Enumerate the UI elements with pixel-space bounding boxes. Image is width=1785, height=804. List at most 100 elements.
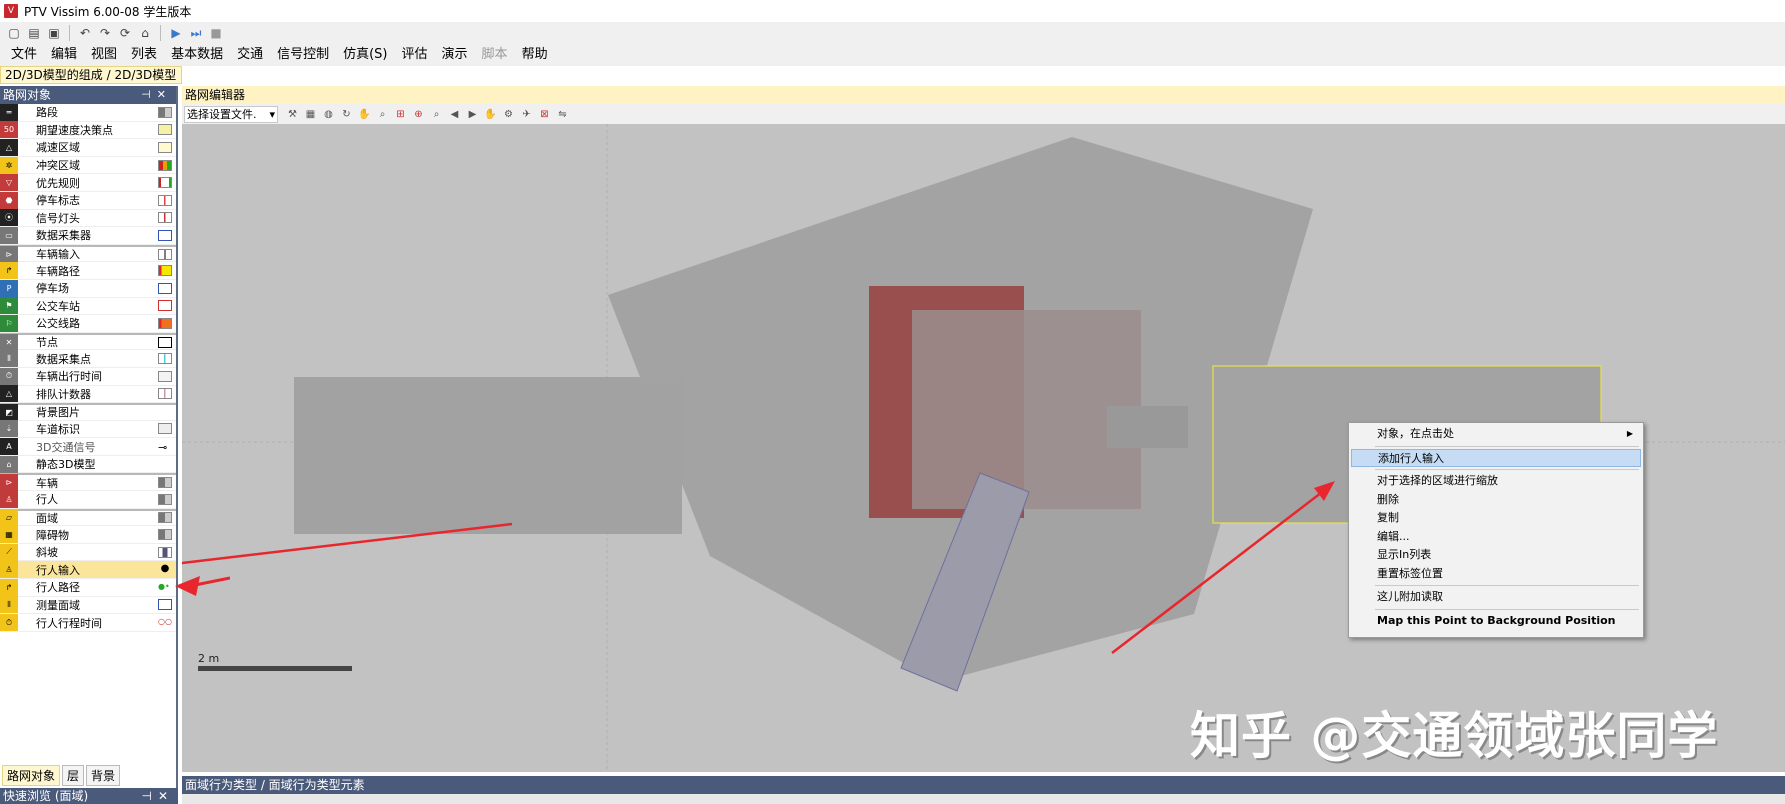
delete-all-icon[interactable]: ⊠: [537, 107, 552, 122]
obj-priority-rules[interactable]: ▽ 优先规则: [0, 174, 176, 192]
obj-static-3d-models[interactable]: ⌂ 静态3D模型: [0, 455, 176, 474]
style-swatch[interactable]: [158, 493, 172, 505]
stop-icon[interactable]: ■: [208, 25, 224, 41]
cm-object-at-click[interactable]: 对象，在点击处 ▶: [1351, 425, 1641, 444]
style-swatch[interactable]: [158, 529, 172, 541]
new-icon[interactable]: ▢: [6, 25, 22, 41]
obj-links[interactable]: ═ 路段: [0, 103, 176, 122]
zoom-icon[interactable]: ⌕: [429, 107, 444, 122]
obj-bus-stops[interactable]: ⚑ 公交车站: [0, 297, 176, 316]
obj-nodes[interactable]: ✕ 节点: [0, 332, 176, 351]
obj-pedestrian-routes[interactable]: ↱ 行人路径 ●•: [0, 578, 176, 597]
refresh-icon[interactable]: ⟳: [117, 25, 133, 41]
obj-areas[interactable]: ▱ 面域: [0, 508, 176, 527]
menu-scripts[interactable]: 脚本: [475, 44, 515, 66]
cm-add-pedestrian-input[interactable]: 添加行人输入: [1351, 448, 1641, 467]
undo-icon[interactable]: ↶: [77, 25, 93, 41]
redo-icon[interactable]: ↷: [97, 25, 113, 41]
obj-ramps[interactable]: ⟋ 斜坡: [0, 543, 176, 562]
tool-icon[interactable]: ⚙: [501, 107, 516, 122]
pedestrian-area[interactable]: [294, 377, 682, 534]
style-swatch[interactable]: [158, 336, 172, 348]
obj-measurement-areas[interactable]: ⦀ 测量面域: [0, 596, 176, 615]
pin-icon[interactable]: ⊣: [141, 789, 157, 803]
menu-traffic[interactable]: 交通: [230, 44, 270, 66]
obj-vehicle-travel-times[interactable]: ⏱ 车辆出行时间: [0, 367, 176, 386]
network-canvas[interactable]: 2 m 对象，在点击处 ▶ 添加行人输入 对于选择的区域进行缩放 删除 复制 编辑…: [182, 124, 1785, 772]
style-swatch[interactable]: [158, 282, 172, 294]
style-swatch[interactable]: [158, 229, 172, 241]
style-swatch[interactable]: [158, 124, 172, 136]
style-swatch[interactable]: [158, 370, 172, 382]
style-swatch[interactable]: [158, 317, 172, 329]
obj-conflict-areas[interactable]: ✲ 冲突区域: [0, 156, 176, 175]
menu-base-data[interactable]: 基本数据: [164, 44, 230, 66]
cm-show-in-list[interactable]: 显示In列表: [1351, 546, 1641, 565]
pan-icon[interactable]: ✋: [483, 107, 498, 122]
style-swatch[interactable]: [158, 177, 172, 189]
menu-file[interactable]: 文件: [4, 44, 44, 66]
menu-edit[interactable]: 编辑: [44, 44, 84, 66]
cm-delete[interactable]: 删除: [1351, 491, 1641, 510]
obj-road-markings[interactable]: ⇣ 车道标识: [0, 420, 176, 439]
hand-icon[interactable]: ✋: [357, 107, 372, 122]
zoom-extent-icon[interactable]: ⊞: [393, 107, 408, 122]
cm-reset-label-position[interactable]: 重置标签位置: [1351, 565, 1641, 584]
pedestrian-area[interactable]: [1107, 406, 1188, 448]
style-swatch[interactable]: [158, 194, 172, 206]
pedestrian-area[interactable]: [912, 310, 1141, 509]
obj-pedestrian-travel-times[interactable]: ⏱ 行人行程时间 ○○: [0, 614, 176, 632]
obj-3d-signals[interactable]: A 3D交通信号 ⊸: [0, 438, 176, 456]
obj-stop-signs[interactable]: ⬣ 停车标志: [0, 191, 176, 210]
save-icon[interactable]: ▣: [46, 25, 62, 41]
style-swatch[interactable]: [158, 159, 172, 171]
back-icon[interactable]: ◀: [447, 107, 462, 122]
open-icon[interactable]: ▤: [26, 25, 42, 41]
rotate-icon[interactable]: ↻: [339, 107, 354, 122]
play-icon[interactable]: ▶: [168, 25, 184, 41]
cm-copy[interactable]: 复制: [1351, 509, 1641, 528]
menu-presentation[interactable]: 演示: [435, 44, 475, 66]
style-swatch[interactable]: [158, 106, 172, 118]
home-icon[interactable]: ⌂: [137, 25, 153, 41]
globe-icon[interactable]: ◍: [321, 107, 336, 122]
style-swatch[interactable]: [158, 248, 172, 260]
style-swatch[interactable]: [158, 423, 172, 435]
zoom-tool-icon[interactable]: ⌕: [375, 107, 390, 122]
cm-map-point-background[interactable]: Map this Point to Background Position: [1351, 612, 1641, 631]
obj-detectors[interactable]: ▭ 数据采集器: [0, 226, 176, 245]
menu-help[interactable]: 帮助: [515, 44, 555, 66]
obj-pedestrians[interactable]: ♙ 行人: [0, 490, 176, 509]
obj-background-images[interactable]: ◩ 背景图片: [0, 403, 176, 421]
style-swatch[interactable]: ○○: [158, 617, 172, 629]
pin-icon[interactable]: ⊣: [141, 88, 157, 101]
settings-file-combo[interactable]: 选择设置文件. ▾: [184, 105, 278, 123]
menu-simulation[interactable]: 仿真(S): [336, 44, 394, 66]
obj-vehicles[interactable]: ⊳ 车辆: [0, 473, 176, 492]
zoom-in-icon[interactable]: ⊕: [411, 107, 426, 122]
cm-read-additionally-here[interactable]: 这儿附加读取: [1351, 588, 1641, 607]
obj-queue-counters[interactable]: △ 排队计数器: [0, 385, 176, 404]
cm-zoom-to-selection[interactable]: 对于选择的区域进行缩放: [1351, 472, 1641, 491]
obj-vehicle-inputs[interactable]: ⊳ 车辆输入: [0, 244, 176, 263]
obj-pedestrian-inputs[interactable]: ♙ 行人输入 ●: [0, 561, 176, 580]
menu-view[interactable]: 视图: [84, 44, 124, 66]
tab-levels[interactable]: 层: [62, 765, 85, 786]
cm-edit[interactable]: 编辑...: [1351, 528, 1641, 547]
style-swatch[interactable]: ⊸: [158, 441, 172, 454]
style-swatch[interactable]: [158, 353, 172, 365]
menu-lists[interactable]: 列表: [124, 44, 164, 66]
obj-obstacles[interactable]: ▦ 障碍物: [0, 526, 176, 544]
forward-icon[interactable]: ▶: [465, 107, 480, 122]
obj-signal-heads[interactable]: ⦿ 信号灯头: [0, 209, 176, 228]
style-swatch[interactable]: [158, 512, 172, 524]
style-swatch[interactable]: [158, 300, 172, 312]
wrench-icon[interactable]: ⚒: [285, 107, 300, 122]
style-swatch[interactable]: [158, 265, 172, 277]
menu-signal-control[interactable]: 信号控制: [270, 44, 336, 66]
layout-path[interactable]: 2D/3D模型的组成 / 2D/3D模型: [0, 66, 182, 84]
obj-reduced-speed[interactable]: △ 减速区域: [0, 138, 176, 157]
style-swatch[interactable]: [158, 388, 172, 400]
obj-pt-lines[interactable]: ⚐ 公交线路: [0, 314, 176, 333]
menu-evaluation[interactable]: 评估: [395, 44, 435, 66]
